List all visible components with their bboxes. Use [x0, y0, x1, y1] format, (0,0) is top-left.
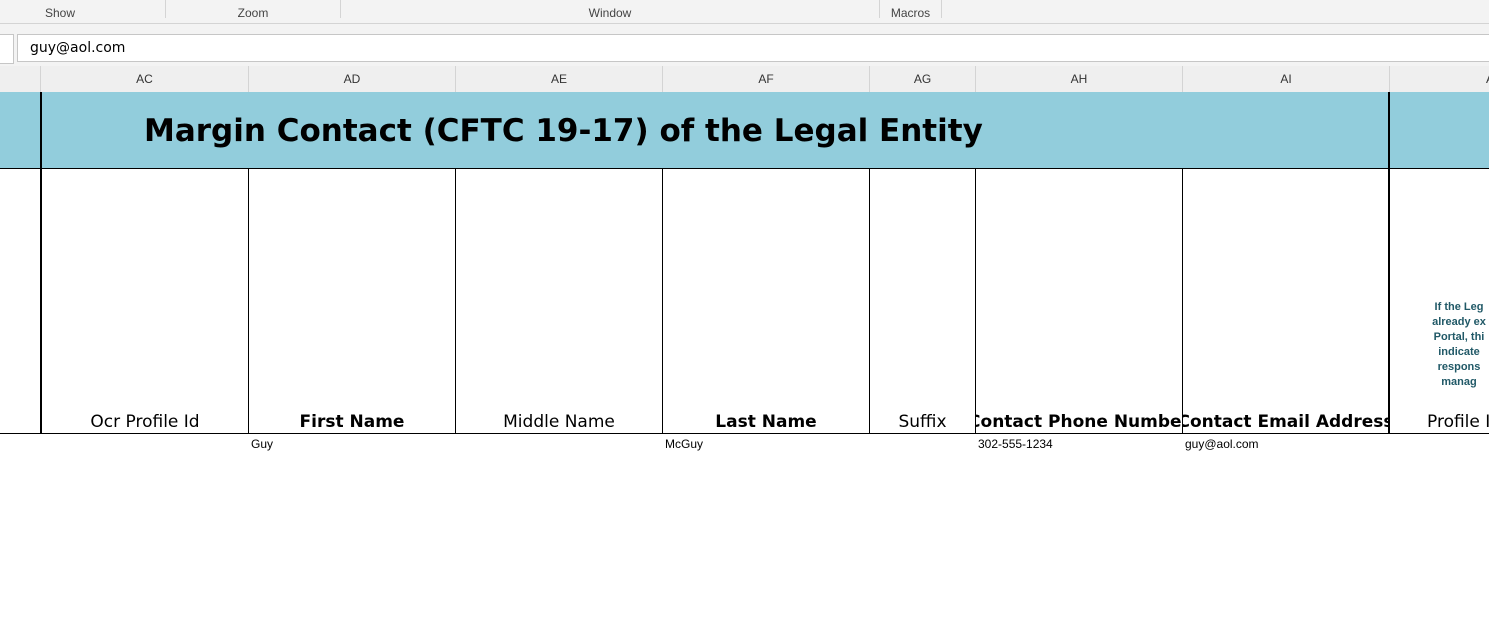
cell-contact-phone[interactable]: 302-555-1234	[978, 435, 1053, 453]
formula-input[interactable]: guy@aol.com	[17, 34, 1489, 62]
header-ocr-profile-id[interactable]: Ocr Profile Id	[42, 169, 248, 433]
section-title-band[interactable]: Margin Contact (CFTC 19-17) of the Legal…	[0, 92, 1489, 169]
header-middle-name[interactable]: Middle Name	[456, 169, 662, 433]
header-suffix[interactable]: Suffix	[870, 169, 975, 433]
side-note[interactable]: If the Leg already ex Portal, thi indica…	[1428, 300, 1489, 390]
side-note-line: already ex	[1432, 316, 1486, 328]
column-header-ae[interactable]: AE	[456, 66, 663, 92]
header-contact-email-address[interactable]: Contact Email Address	[1183, 169, 1388, 433]
section-title: Margin Contact (CFTC 19-17) of the Legal…	[144, 113, 983, 149]
column-header-ag[interactable]: AG	[870, 66, 976, 92]
side-note-line: Portal, thi	[1433, 331, 1485, 343]
side-note-line: respons	[1437, 361, 1481, 373]
cell-first-name[interactable]: Guy	[251, 435, 273, 453]
header-bottom-border	[0, 433, 1489, 434]
header-contact-phone-number[interactable]: Contact Phone Number	[976, 169, 1182, 433]
formula-bar: guy@aol.com	[0, 24, 1489, 66]
side-note-line: manag	[1441, 376, 1477, 388]
ribbon-group-labels: Show Zoom Window Macros	[0, 0, 1489, 24]
ribbon-separator	[941, 0, 942, 18]
ribbon-group-window[interactable]: Window	[341, 0, 879, 22]
cell-last-name[interactable]: McGuy	[665, 435, 703, 453]
cell-contact-email[interactable]: guy@aol.com	[1185, 435, 1259, 453]
column-header-ad[interactable]: AD	[249, 66, 456, 92]
column-header-ai[interactable]: AI	[1183, 66, 1390, 92]
ribbon-group-show[interactable]: Show	[0, 0, 120, 22]
column-header-prev[interactable]	[0, 66, 41, 92]
column-header-ah[interactable]: AH	[976, 66, 1183, 92]
ribbon-group-macros[interactable]: Macros	[880, 0, 941, 22]
side-note-line: If the Leg	[1434, 301, 1484, 313]
column-header-aj[interactable]: A	[1390, 66, 1489, 92]
column-header-row: AC AD AE AF AG AH AI A	[0, 66, 1489, 93]
header-last-name[interactable]: Last Name	[663, 169, 869, 433]
ribbon-group-zoom[interactable]: Zoom	[166, 0, 340, 22]
column-header-af[interactable]: AF	[663, 66, 870, 92]
column-header-ac[interactable]: AC	[41, 66, 249, 92]
side-note-line: indicate	[1438, 346, 1480, 358]
name-box[interactable]	[0, 34, 14, 64]
header-first-name[interactable]: First Name	[249, 169, 455, 433]
